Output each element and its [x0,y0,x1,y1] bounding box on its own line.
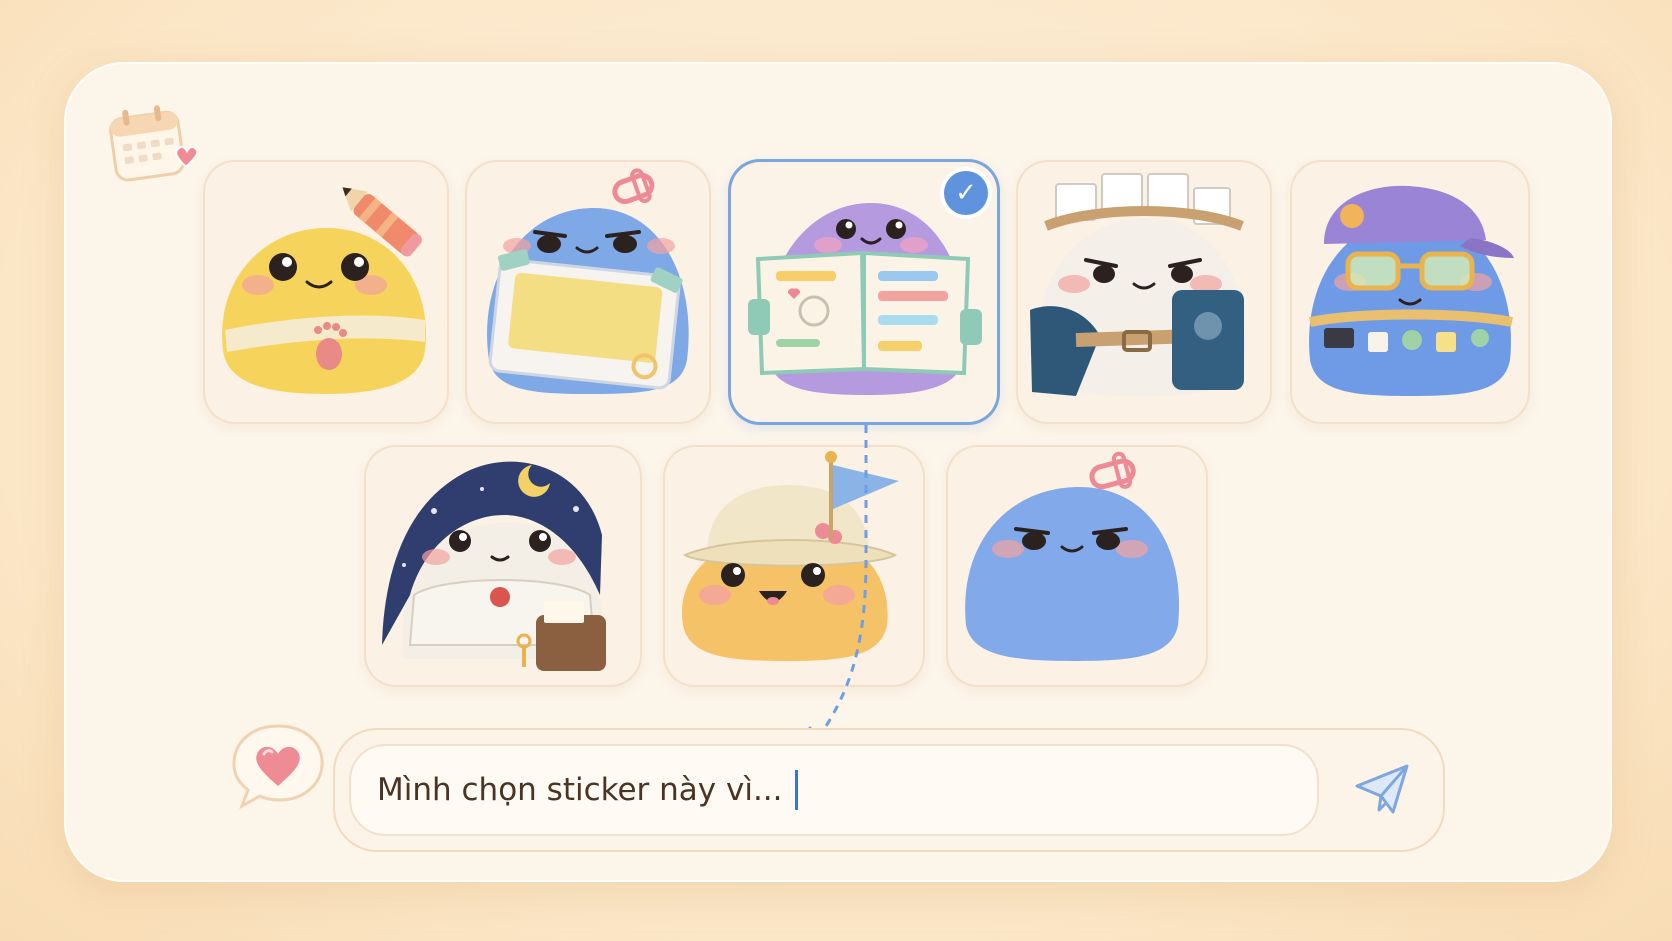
white-wizard-blob-sticker [382,461,606,671]
message-composer: Mình chọn sticker này vì... [333,728,1445,852]
blue-plain-blob-sticker [965,451,1180,661]
sticker-tile-orange-bucket-hat[interactable] [663,445,925,687]
sticker-tile-blue-plain[interactable] [946,445,1208,687]
yellow-pencil-blob-sticker [222,187,426,394]
blue-cap-glasses-blob-sticker [1309,185,1514,396]
sticker-tile-blue-photo-frame[interactable] [465,160,711,424]
message-input[interactable]: Mình chọn sticker này vì... [349,744,1319,836]
calendar-heart-icon [109,105,199,182]
sticker-tile-yellow-pencil[interactable] [203,160,449,424]
sticker-tile-white-wizard[interactable] [364,445,642,687]
blue-photo-frame-blob-sticker [487,168,689,394]
check-icon: ✓ [944,171,988,215]
white-explorer-blob-sticker [1030,173,1246,396]
sticker-tile-purple-journal[interactable]: ✓ [728,159,1000,425]
paper-plane-icon[interactable] [1353,762,1413,818]
sticker-tile-white-explorer[interactable] [1016,160,1272,424]
message-input-text: Mình chọn sticker này vì... [377,772,783,808]
text-caret [794,770,798,810]
orange-bucket-hat-blob-sticker [682,451,899,661]
sticker-tile-blue-cap-glasses[interactable] [1290,160,1530,424]
heart-speech-bubble-icon [232,724,324,810]
